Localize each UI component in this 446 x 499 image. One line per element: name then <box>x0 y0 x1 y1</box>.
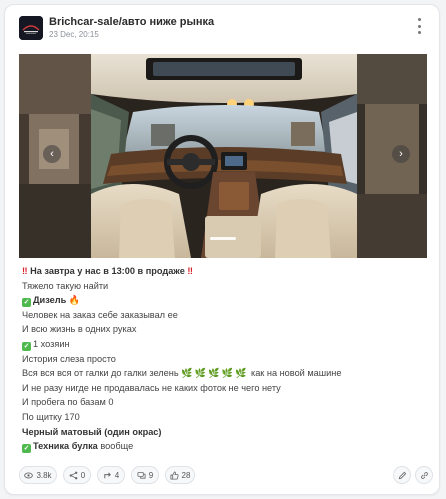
channel-logo-icon <box>19 16 43 40</box>
post-line-12: Черный матовый (один окрас) <box>22 426 162 437</box>
pencil-icon <box>398 471 406 479</box>
double-exclamation-icon: ‼ <box>22 266 28 276</box>
forwards-counter[interactable]: 4 <box>97 466 125 484</box>
post-line-10: И пробега по базам 0 <box>22 397 114 408</box>
post-line-6: ✓ 1 хозяин <box>22 338 70 351</box>
more-options-icon[interactable] <box>413 18 425 34</box>
channel-avatar[interactable] <box>19 16 43 40</box>
photo-gallery[interactable]: ‹ › <box>19 54 427 258</box>
double-exclamation-icon: ‼ <box>187 266 193 276</box>
post-line-2: Тяжело такую найти <box>22 280 109 291</box>
post-line-3: ✓ Дизель 🔥 <box>22 295 81 308</box>
post-line-13: ✓ Техника булка вообще <box>22 441 134 454</box>
post-date: 23 Dec, 20:15 <box>49 30 99 39</box>
chevron-left-icon: ‹ <box>50 148 54 160</box>
comments-counter[interactable]: 9 <box>131 466 159 484</box>
thumbs-up-icon <box>170 470 179 480</box>
post-text: ‼ На завтра у нас в 13:00 в продаже ‼ Тя… <box>22 264 425 454</box>
likes-counter[interactable]: 28 <box>165 466 195 484</box>
post-line-4: Человек на заказ себе заказывал ее <box>22 309 178 320</box>
eye-icon <box>24 472 34 478</box>
post-header: Brichcar-sale/авто ниже рынка 23 Dec, 20… <box>19 14 429 44</box>
fire-icon: 🔥 <box>68 295 81 306</box>
gallery-next-button[interactable]: › <box>392 145 410 163</box>
shares-counter[interactable]: 0 <box>63 466 91 484</box>
post-line-8: Вся вся вся от галки до галки зелень 🌿🌿🌿… <box>22 368 342 379</box>
check-icon: ✓ <box>22 298 31 308</box>
gallery-prev-button[interactable]: ‹ <box>43 145 61 163</box>
post-line-11: По щитку 170 <box>22 411 80 422</box>
comment-icon <box>137 471 146 479</box>
post-line-5: И всю жизнь в одних руках <box>22 324 137 335</box>
post-line-7: История слеза просто <box>22 353 116 364</box>
share-icon <box>69 471 78 479</box>
forward-icon <box>104 471 111 478</box>
views-counter[interactable]: 3.8k <box>19 466 57 484</box>
channel-title[interactable]: Brichcar-sale/авто ниже рынка <box>49 16 214 28</box>
car-interior-photo <box>91 54 357 258</box>
gallery-slide-current[interactable] <box>91 54 357 258</box>
herb-icons: 🌿🌿🌿🌿🌿 <box>181 368 249 379</box>
post-card: Brichcar-sale/авто ниже рынка 23 Dec, 20… <box>4 4 440 495</box>
check-icon: ✓ <box>22 444 31 454</box>
gallery-position-indicator <box>210 237 236 240</box>
check-icon: ✓ <box>22 341 31 351</box>
edit-button[interactable] <box>393 466 411 484</box>
copy-link-button[interactable] <box>415 466 433 484</box>
post-line-9: И не разу нигде не продавалась не каких … <box>22 382 281 393</box>
post-line-1: ‼ На завтра у нас в 13:00 в продаже ‼ <box>22 266 193 276</box>
link-icon <box>420 471 428 479</box>
post-footer: 3.8k 0 4 9 28 <box>19 466 433 486</box>
chevron-right-icon: › <box>399 148 403 160</box>
